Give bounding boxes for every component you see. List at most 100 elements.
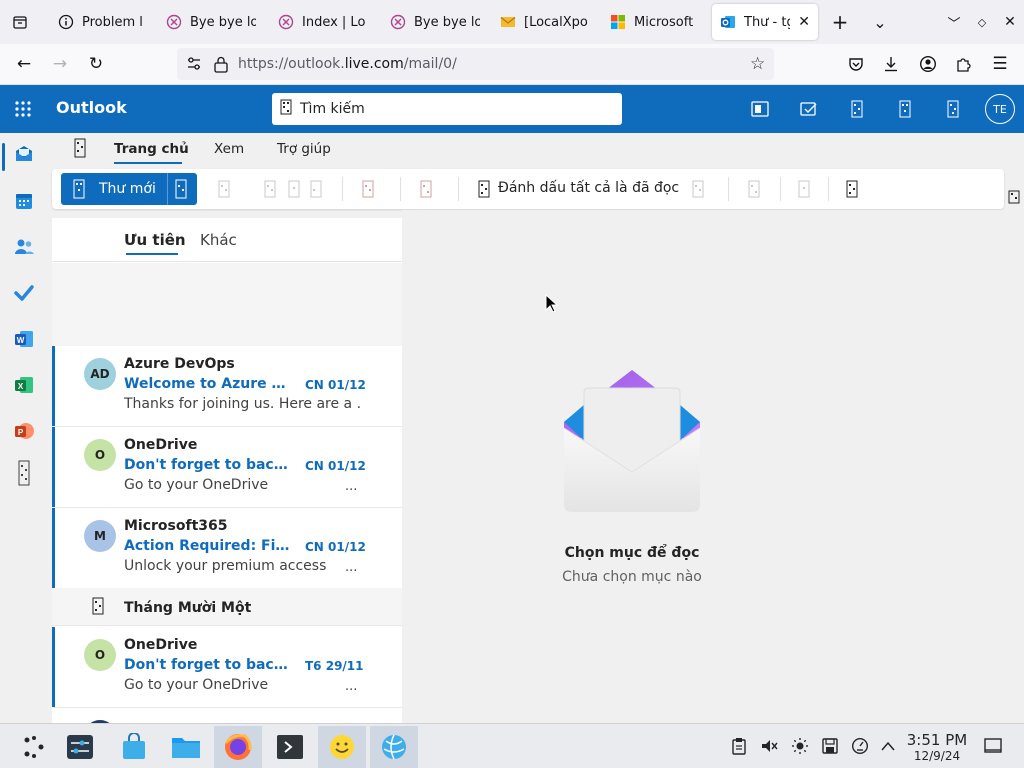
taskbar-network-app[interactable]	[370, 726, 418, 768]
page-info-icon[interactable]	[185, 55, 203, 77]
collapse-group-icon[interactable]	[92, 597, 104, 619]
new-tab-button[interactable]: +	[826, 8, 854, 36]
rail-calendar-button[interactable]	[8, 185, 40, 217]
message-sender: Azure DevOps	[124, 356, 235, 372]
taskbar-terminal-app[interactable]	[266, 726, 314, 768]
clipboard-icon[interactable]	[729, 736, 749, 756]
message-item[interactable]: O OneDrive Don't forget to back u... CN …	[52, 427, 402, 508]
new-mail-icon	[73, 179, 85, 203]
chevron-up-icon[interactable]	[878, 736, 898, 756]
bookmark-star-icon[interactable]: ☆	[750, 54, 765, 74]
snooze-icon[interactable]	[796, 179, 812, 199]
show-desktop-icon[interactable]	[983, 736, 1003, 756]
tab-view[interactable]: Xem	[214, 141, 244, 157]
unread-indicator	[52, 627, 55, 707]
rail-powerpoint-button[interactable]: P	[8, 415, 40, 447]
app-menu-button[interactable]: ☰	[986, 50, 1014, 78]
browser-tab[interactable]: Problem l	[50, 4, 156, 40]
account-button[interactable]	[914, 50, 942, 78]
move-to-icon[interactable]	[360, 179, 376, 199]
account-avatar[interactable]: TE	[985, 94, 1015, 124]
app-launcher-icon[interactable]	[14, 100, 32, 122]
message-item[interactable]: M Microsoft365 Action Required: Finis...…	[52, 508, 402, 589]
settings-icon[interactable]	[893, 97, 917, 121]
url-text[interactable]: https://outlook.live.com/mail/0/	[238, 56, 457, 72]
update-gauge-icon[interactable]	[850, 736, 870, 756]
new-mail-dropdown-icon[interactable]	[175, 179, 187, 203]
empty-envelope-illustration	[563, 370, 701, 512]
url-bar[interactable]: https://outlook.live.com/mail/0/ ☆	[177, 48, 774, 80]
start-menu-button[interactable]	[10, 726, 58, 768]
teams-icon[interactable]	[748, 97, 772, 121]
microsoft-logo-favicon	[610, 14, 626, 30]
search-placeholder: Tìm kiếm	[300, 101, 365, 117]
clock-time[interactable]: 3:51 PM	[904, 731, 970, 749]
browser-tab-active[interactable]: Thư - tg ✕	[712, 4, 818, 40]
tab-home[interactable]: Trang chủ	[114, 141, 189, 157]
back-button[interactable]: ←	[10, 50, 38, 78]
minimize-window-button[interactable]: ﹀	[940, 8, 968, 36]
rail-excel-button[interactable]: X	[8, 369, 40, 401]
save-disk-icon[interactable]	[820, 736, 840, 756]
extensions-button[interactable]	[950, 50, 978, 78]
taskbar-discover-app[interactable]	[110, 726, 158, 768]
brightness-icon[interactable]	[790, 736, 810, 756]
downloads-button[interactable]	[877, 50, 905, 78]
forward-button[interactable]: →	[46, 50, 74, 78]
calendar-icon[interactable]	[845, 97, 869, 121]
browser-tab[interactable]: Microsoft	[602, 4, 708, 40]
flag-icon[interactable]	[690, 179, 706, 199]
more-options-icon[interactable]	[844, 179, 860, 199]
volume-muted-icon[interactable]	[759, 736, 779, 756]
delete-icon[interactable]	[216, 179, 232, 199]
rail-word-button[interactable]: W	[8, 323, 40, 355]
os-taskbar: 3:51 PM 12/9/24	[0, 723, 1024, 768]
month-group-header[interactable]: Tháng Mười Một	[52, 588, 402, 626]
browser-tab[interactable]: Bye bye lo	[158, 4, 264, 40]
message-item-partial[interactable]	[52, 708, 402, 723]
bye-bye-favicon	[166, 14, 182, 30]
help-icon[interactable]	[941, 97, 965, 121]
tab-list-icon[interactable]	[6, 8, 34, 36]
rail-mail-button[interactable]	[8, 138, 40, 170]
rail-todo-button[interactable]	[8, 277, 40, 309]
mark-all-read-button[interactable]: Đánh dấu tất cả là đã đọc	[498, 180, 679, 196]
message-preview: Go to your OneDrive	[124, 477, 269, 493]
message-preview-ellipsis: ...	[345, 560, 358, 575]
new-mail-button[interactable]: Thư mới	[61, 173, 197, 205]
close-window-button[interactable]: ✕	[996, 8, 1024, 36]
pocket-button[interactable]	[842, 50, 870, 78]
rail-more-apps-button[interactable]	[8, 457, 40, 489]
reply-icon[interactable]	[418, 179, 434, 199]
browser-tab[interactable]: Bye bye lo	[382, 4, 488, 40]
clock-date[interactable]: 12/9/24	[904, 749, 970, 763]
ribbon-expand-icon[interactable]	[1008, 190, 1020, 208]
tab-other[interactable]: Khác	[200, 231, 237, 249]
message-date: T6 29/11	[305, 659, 364, 673]
pin-icon[interactable]	[746, 179, 762, 199]
sweep-icon[interactable]	[308, 179, 324, 199]
search-input[interactable]: Tìm kiếm	[272, 93, 622, 125]
message-item[interactable]: AD Azure DevOps Welcome to Azure De... C…	[52, 346, 402, 427]
close-tab-icon[interactable]: ✕	[798, 14, 810, 30]
report-icon[interactable]	[286, 179, 302, 199]
taskbar-files-app[interactable]	[162, 726, 210, 768]
notes-icon[interactable]	[797, 97, 821, 121]
reload-button[interactable]: ↻	[82, 50, 110, 78]
browser-tab[interactable]: [LocalXpo	[492, 4, 598, 40]
app-title[interactable]: Outlook	[56, 98, 127, 117]
lock-icon[interactable]	[213, 55, 229, 77]
maximize-window-button[interactable]: ◇	[968, 8, 996, 36]
browser-tab[interactable]: Index | Lo	[270, 4, 376, 40]
tab-focused[interactable]: Ưu tiên	[124, 231, 186, 249]
archive-icon[interactable]	[262, 179, 278, 199]
taskbar-settings-app[interactable]	[56, 726, 104, 768]
tab-help[interactable]: Trợ giúp	[277, 141, 331, 157]
rail-people-button[interactable]	[8, 231, 40, 263]
list-all-tabs-button[interactable]: ⌄	[866, 8, 894, 36]
collapse-nav-icon[interactable]	[74, 138, 86, 162]
taskbar-firefox-app[interactable]	[214, 726, 262, 768]
system-settings-icon	[67, 735, 93, 759]
message-item[interactable]: O OneDrive Don't forget to back u... T6 …	[52, 627, 402, 708]
taskbar-emoji-app[interactable]	[318, 726, 366, 768]
